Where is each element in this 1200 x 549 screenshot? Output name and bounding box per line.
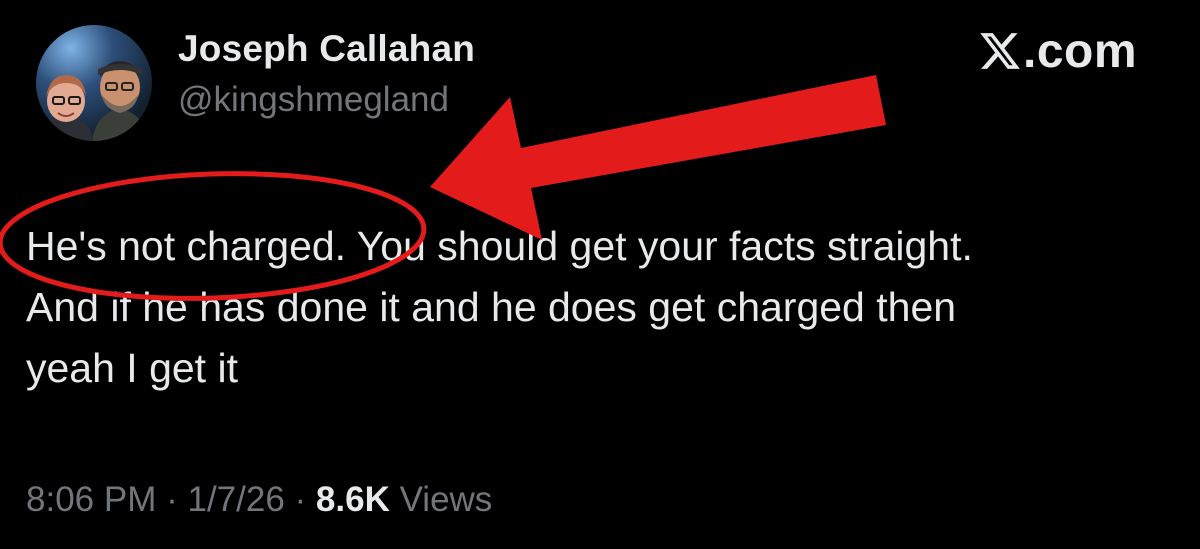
avatar[interactable] [36,25,152,141]
views-label[interactable]: Views [400,480,493,519]
site-logo: .com [978,24,1137,78]
tweet-text-line: He's not charged. You should get your fa… [26,223,973,269]
avatar-photo [36,25,152,141]
tweet-text: He's not charged. You should get your fa… [26,216,1186,399]
tweet-date[interactable]: 1/7/26 [187,480,284,519]
site-domain: .com [1023,24,1138,78]
tweet-time[interactable]: 8:06 PM [26,480,156,519]
x-logo-icon [980,33,1020,69]
tweet-text-line: yeah I get it [26,345,238,391]
views-count[interactable]: 8.6K [316,480,400,519]
tweet-meta: 8:06 PM · 1/7/26 · 8.6K Views [26,480,492,520]
tweet-text-line: And if he has done it and he does get ch… [26,284,957,330]
tweet-card: Joseph Callahan @kingshmegland .com He's… [0,0,1200,549]
author-handle[interactable]: @kingshmegland [178,80,449,120]
author-name[interactable]: Joseph Callahan [178,28,475,70]
meta-separator: · [166,480,188,519]
meta-separator: · [294,480,316,519]
